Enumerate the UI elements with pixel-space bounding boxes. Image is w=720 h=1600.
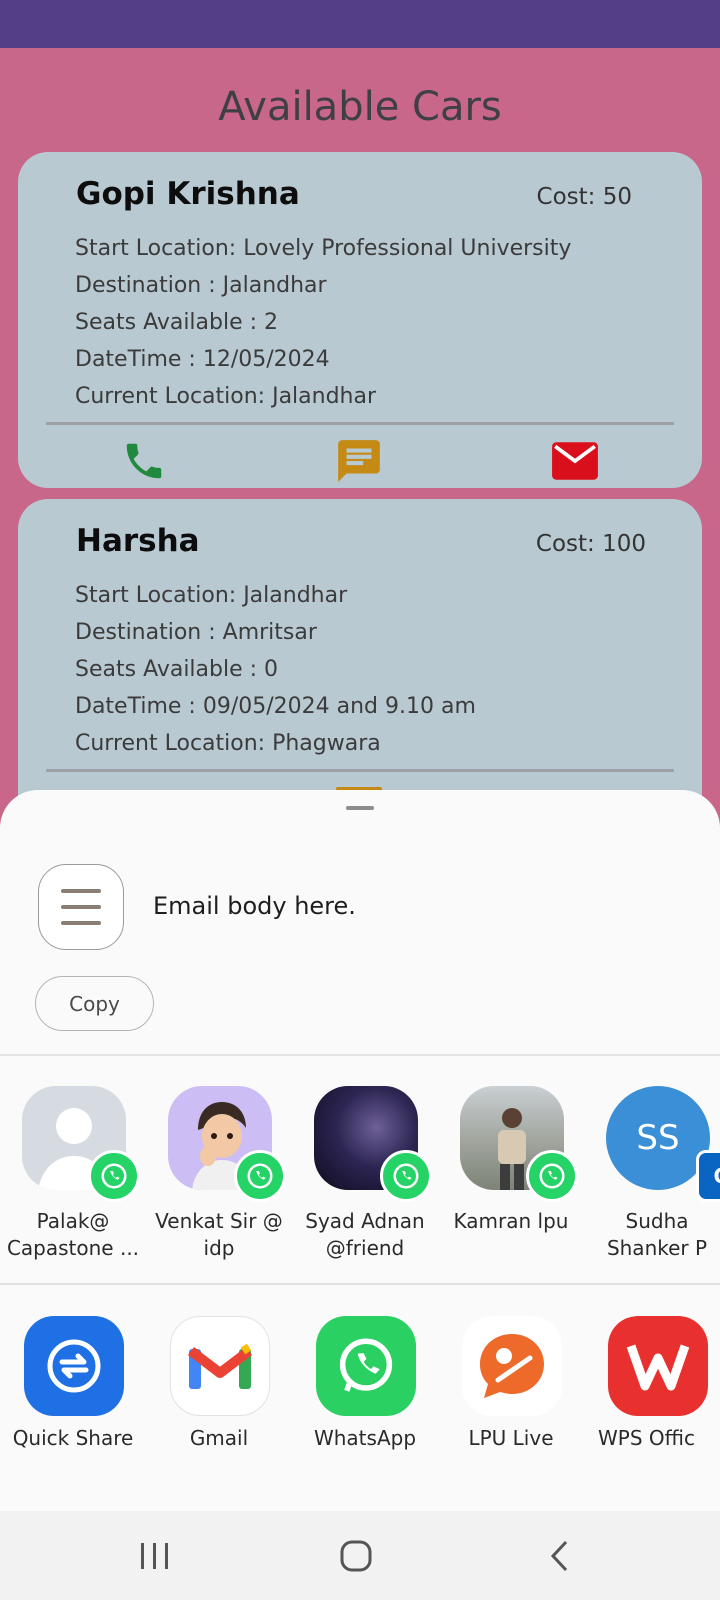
recent-apps-button[interactable] [125,1533,185,1579]
share-sheet[interactable]: Email body here. Copy Palak@ Capastone .… [0,790,720,1511]
seats-available: Seats Available : 2 [75,310,279,335]
cost-label: Cost: 50 [536,184,632,210]
whatsapp-icon [234,1150,286,1202]
status-bar [0,0,720,48]
start-location: Start Location: Jalandhar [75,583,348,608]
contact-name: Kamran lpu [453,1209,569,1233]
phone-icon [126,443,162,479]
start-location: Start Location: Lovely Professional Univ… [75,236,572,261]
share-app-quick-share[interactable]: Quick Share [0,1316,146,1456]
share-app-whatsapp[interactable]: WhatsApp [292,1316,438,1456]
back-icon [550,1540,568,1572]
app-label: Gmail [189,1426,249,1450]
cost-label: Cost: 100 [535,531,646,557]
datetime: DateTime : 12/05/2024 [75,347,330,372]
card-divider [46,422,674,425]
share-contact[interactable]: Palak@ Capastone ... [0,1086,146,1276]
contact-name: Venkat Sir @ idp [155,1209,283,1260]
app-label: WhatsApp [313,1426,417,1450]
whatsapp-icon [380,1150,432,1202]
destination: Destination : Amritsar [75,620,317,645]
contact-name: Palak@ Capastone ... [6,1209,140,1260]
divider [0,1054,720,1056]
share-app-wps-office[interactable]: WPS Offic [584,1316,720,1456]
driver-name: Harsha [76,523,200,559]
destination: Destination : Jalandhar [75,273,327,298]
home-icon [340,1540,372,1572]
datetime: DateTime : 09/05/2024 and 9.10 am [75,694,476,719]
text-lines-icon [61,889,101,925]
recent-apps-icon [141,1543,168,1569]
whatsapp-icon [88,1150,140,1202]
contact-name: Syad Adnan @friend [305,1209,425,1260]
contact-name: Sudha Shanker P [606,1209,708,1260]
text-preview-thumbnail [38,864,124,950]
share-app-gmail[interactable]: Gmail [146,1316,292,1456]
share-preview-text: Email body here. [153,892,356,920]
current-location: Current Location: Phagwara [75,731,381,756]
message-icon [338,440,380,482]
navigation-bar [0,1511,720,1600]
whatsapp-icon [316,1316,416,1416]
share-contact[interactable]: SS O Sudha Shanker P [584,1086,720,1276]
home-button[interactable] [326,1533,386,1579]
share-contact[interactable]: Syad Adnan @friend [292,1086,438,1276]
contact-initials: SS [636,1118,680,1158]
copy-button[interactable]: Copy [35,976,154,1031]
share-contact[interactable]: Kamran lpu [438,1086,584,1276]
app-label: WPS Offic [598,1426,695,1450]
whatsapp-icon [526,1150,578,1202]
outlook-icon: O [696,1150,720,1202]
share-app-lpu-live[interactable]: LPU Live [438,1316,584,1456]
email-button[interactable] [548,438,602,484]
call-button[interactable] [117,438,171,484]
gmail-icon [170,1316,270,1416]
share-contact[interactable]: Venkat Sir @ idp [146,1086,292,1276]
avatar: SS [606,1086,710,1190]
quick-share-icon [24,1316,124,1416]
wps-office-icon [608,1316,708,1416]
seats-available: Seats Available : 0 [75,657,279,682]
lpu-live-icon [462,1316,562,1416]
mail-icon [552,442,598,480]
divider [0,1283,720,1285]
car-card[interactable]: Gopi Krishna Cost: 50 Start Location: Lo… [18,152,702,488]
driver-name: Gopi Krishna [76,176,300,212]
page-title: Available Cars [218,84,502,130]
message-button[interactable] [332,438,386,484]
drag-handle[interactable] [346,806,374,810]
back-button[interactable] [530,1533,590,1579]
current-location: Current Location: Jalandhar [75,384,377,409]
app-label: LPU Live [468,1426,554,1450]
app-label: Quick Share [12,1426,134,1450]
card-divider [46,769,674,772]
